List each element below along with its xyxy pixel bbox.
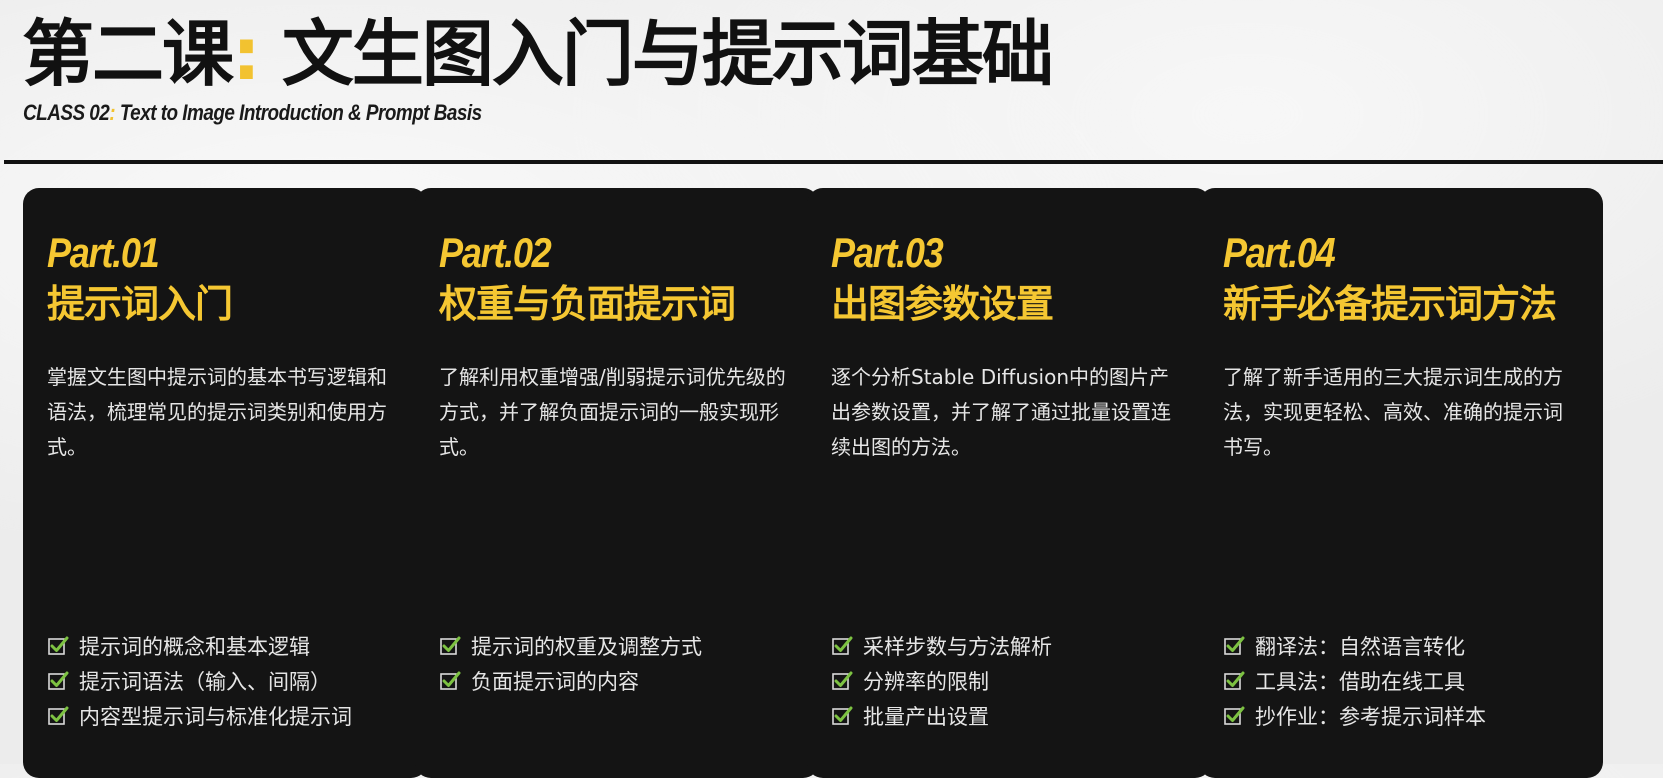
- checkbox-checked-icon: [48, 671, 69, 690]
- checklist-item-label: 批量产出设置: [863, 704, 989, 729]
- checklist-item-label: 提示词语法（输入、间隔）: [79, 669, 331, 694]
- checklist-item: 批量产出设置: [831, 698, 1052, 733]
- card-checklist: 提示词的权重及调整方式 负面提示词的内容: [439, 628, 702, 698]
- subtitle-main: Text to Image Introduction & Prompt Basi…: [119, 100, 482, 125]
- subtitle-prefix: CLASS 02: [23, 100, 110, 125]
- checklist-item: 提示词语法（输入、间隔）: [47, 663, 352, 698]
- checklist-item-label: 负面提示词的内容: [471, 669, 639, 694]
- checklist-item: 工具法：借助在线工具: [1223, 663, 1486, 698]
- course-part-card: Part.04 新手必备提示词方法了解了新手适用的三大提示词生成的方法，实现更轻松…: [1199, 188, 1603, 778]
- card-title: 新手必备提示词方法: [1223, 282, 1557, 326]
- card-description: 逐个分析Stable Diffusion中的图片产出参数设置，并了解了通过批量设…: [831, 365, 1171, 459]
- checkbox-checked-icon: [48, 706, 69, 725]
- page-title: 第二课: 文生图入门与提示词基础: [22, 6, 1054, 102]
- checkbox-checked-icon: [832, 706, 853, 725]
- checklist-item: 翻译法：自然语言转化: [1223, 628, 1486, 663]
- card-checklist: 采样步数与方法解析 分辨率的限制 批量产出设置: [831, 628, 1052, 733]
- card-title: 出图参数设置: [831, 282, 1054, 326]
- title-main: 文生图入门与提示词基础: [281, 12, 1054, 96]
- card-description: 掌握文生图中提示词的基本书写逻辑和语法，梳理常见的提示词类别和使用方式。: [47, 365, 387, 459]
- header-divider: [4, 160, 1663, 164]
- card-description: 了解利用权重增强/削弱提示词优先级的方式，并了解负面提示词的一般实现形式。: [439, 365, 786, 459]
- checkbox-checked-icon: [832, 671, 853, 690]
- checklist-item: 分辨率的限制: [831, 663, 1052, 698]
- checklist-item-label: 提示词的概念和基本逻辑: [79, 634, 310, 659]
- checklist-item-label: 翻译法：自然语言转化: [1255, 634, 1465, 659]
- page-subtitle: CLASS 02: Text to Image Introduction & P…: [23, 100, 482, 126]
- card-checklist: 翻译法：自然语言转化 工具法：借助在线工具 抄作业：参考提示词样本: [1223, 628, 1486, 733]
- checkbox-checked-icon: [440, 671, 461, 690]
- course-part-card: Part.02 权重与负面提示词了解利用权重增强/削弱提示词优先级的方式，并了解负…: [415, 188, 819, 778]
- course-part-card: Part.01 提示词入门掌握文生图中提示词的基本书写逻辑和语法，梳理常见的提示词…: [23, 188, 427, 778]
- checklist-item-label: 内容型提示词与标准化提示词: [79, 704, 352, 729]
- checklist-item-label: 采样步数与方法解析: [863, 634, 1052, 659]
- checkbox-checked-icon: [440, 636, 461, 655]
- checklist-item: 提示词的概念和基本逻辑: [47, 628, 352, 663]
- checkbox-checked-icon: [48, 636, 69, 655]
- checklist-item: 提示词的权重及调整方式: [439, 628, 702, 663]
- title-prefix: 第二课: [22, 12, 234, 96]
- card-description: 了解了新手适用的三大提示词生成的方法，实现更轻松、高效、准确的提示词书写。: [1223, 365, 1563, 459]
- card-part-number: Part.04: [1223, 229, 1336, 276]
- subtitle-colon: :: [109, 100, 116, 125]
- checklist-item-label: 抄作业：参考提示词样本: [1255, 704, 1486, 729]
- checkbox-checked-icon: [1224, 671, 1245, 690]
- card-part-number: Part.03: [831, 229, 944, 276]
- checklist-item: 负面提示词的内容: [439, 663, 702, 698]
- checklist-item: 抄作业：参考提示词样本: [1223, 698, 1486, 733]
- card-part-number: Part.02: [439, 229, 552, 276]
- card-checklist: 提示词的概念和基本逻辑 提示词语法（输入、间隔） 内容型提示词与标准化提示词: [47, 628, 352, 733]
- course-part-card: Part.03 出图参数设置逐个分析Stable Diffusion中的图片产出参…: [807, 188, 1211, 778]
- checkbox-checked-icon: [1224, 636, 1245, 655]
- card-title: 权重与负面提示词: [439, 282, 736, 326]
- checkbox-checked-icon: [1224, 706, 1245, 725]
- card-title: 提示词入门: [47, 282, 233, 326]
- checklist-item-label: 工具法：借助在线工具: [1255, 669, 1465, 694]
- checklist-item-label: 提示词的权重及调整方式: [471, 634, 702, 659]
- checklist-item-label: 分辨率的限制: [863, 669, 989, 694]
- title-colon: :: [232, 12, 261, 96]
- card-part-number: Part.01: [47, 229, 160, 276]
- checklist-item: 采样步数与方法解析: [831, 628, 1052, 663]
- checkbox-checked-icon: [832, 636, 853, 655]
- checklist-item: 内容型提示词与标准化提示词: [47, 698, 352, 733]
